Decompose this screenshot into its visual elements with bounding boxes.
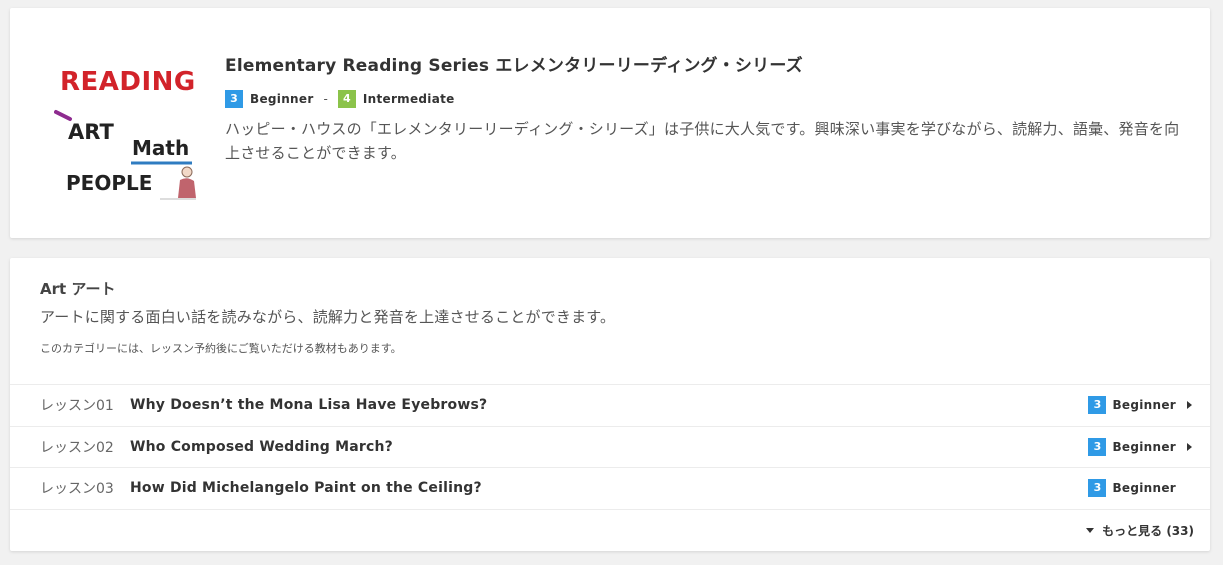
series-logo: READING ART Math PEOPLE (54, 60, 204, 200)
level-number-badge: 3 (1088, 437, 1107, 456)
series-level-range: 3 Beginner - 4 Intermediate (225, 90, 1184, 108)
category-note: このカテゴリーには、レッスン予約後にご覧いただける教材もあります。 (40, 342, 402, 355)
more-row: もっと見る (33) (10, 508, 1210, 551)
svg-text:Math: Math (132, 136, 189, 160)
lesson-number: レッスン01 (40, 398, 114, 415)
level-number-badge: 3 (1088, 396, 1107, 415)
level-number-badge: 3 (1088, 479, 1107, 498)
lesson-row[interactable]: レッスン03 How Did Michelangelo Paint on the… (10, 467, 1210, 509)
series-card: READING ART Math PEOPLE Elementary Readi… (10, 8, 1210, 238)
lesson-row[interactable]: レッスン01 Why Doesn’t the Mona Lisa Have Ey… (10, 384, 1210, 426)
svg-text:READING: READING (60, 67, 196, 97)
level-number-badge: 4 (337, 90, 356, 108)
lesson-number: レッスン02 (40, 439, 114, 456)
chevron-right-icon[interactable] (1187, 442, 1192, 451)
caret-down-icon (1086, 527, 1095, 533)
lesson-title[interactable]: Why Doesn’t the Mona Lisa Have Eyebrows? (130, 397, 487, 413)
level-label: Intermediate (362, 92, 455, 106)
lesson-level: 3 Beginner (1088, 427, 1176, 468)
svg-text:ART: ART (68, 120, 114, 144)
lesson-level: 3 Beginner (1088, 385, 1176, 426)
series-description: ハッピー・ハウスの「エレメンタリーリーディング・シリーズ」は子供に大人気です。興… (225, 120, 1180, 162)
level-label: Beginner (1112, 398, 1176, 413)
lesson-title[interactable]: Who Composed Wedding March? (130, 439, 393, 455)
category-description: アートに関する面白い話を読みながら、読解力と発音を上達させることができます。 (40, 308, 616, 326)
category-title: Art アート (40, 280, 116, 298)
series-title: Elementary Reading Series エレメンタリーリーディング・… (225, 56, 803, 76)
svg-text:PEOPLE: PEOPLE (66, 171, 152, 195)
show-more-label: もっと見る (33) (1102, 523, 1194, 538)
level-separator: - (323, 92, 328, 106)
lesson-list: レッスン01 Why Doesn’t the Mona Lisa Have Ey… (10, 384, 1210, 551)
lesson-row[interactable]: レッスン02 Who Composed Wedding March? 3 Beg… (10, 425, 1210, 468)
lesson-level: 3 Beginner (1088, 468, 1176, 509)
chevron-right-icon[interactable] (1187, 401, 1192, 410)
level-label: Beginner (1112, 481, 1176, 496)
category-card: Art アート アートに関する面白い話を読みながら、読解力と発音を上達させること… (10, 258, 1210, 551)
show-more-button[interactable]: もっと見る (33) (1086, 510, 1194, 551)
lesson-title[interactable]: How Did Michelangelo Paint on the Ceilin… (130, 480, 482, 496)
level-label: Beginner (250, 92, 314, 106)
level-number-badge: 3 (225, 90, 243, 108)
lesson-number: レッスン03 (40, 481, 114, 498)
level-label: Beginner (1112, 439, 1176, 454)
